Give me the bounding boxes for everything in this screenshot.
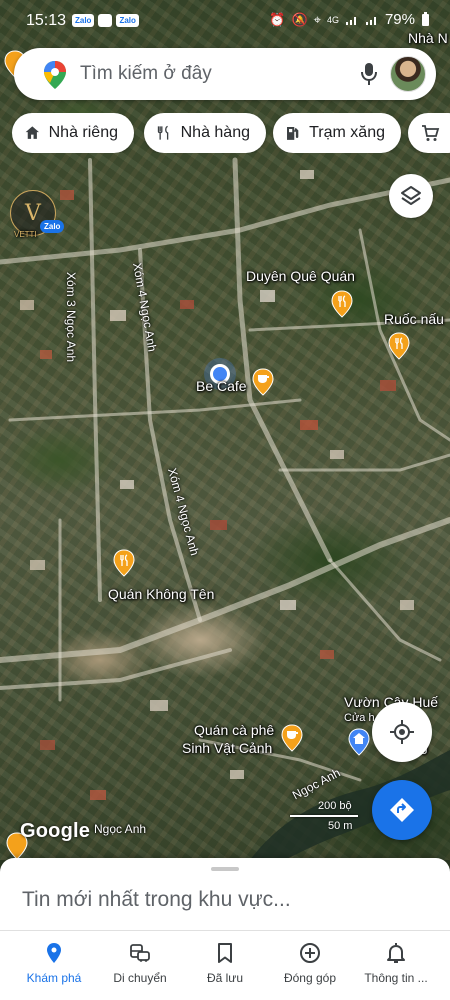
add-circle-icon bbox=[300, 943, 320, 963]
status-indicators: ⏰ 🔕 ⌖ 4G 79% bbox=[269, 11, 430, 28]
alarm-icon: ⏰ bbox=[269, 11, 286, 27]
cafe-pin-icon[interactable] bbox=[252, 368, 274, 396]
bell-icon bbox=[387, 943, 405, 963]
nav-label: Thông tin ... bbox=[364, 971, 428, 985]
chip-label: Nhà hàng bbox=[180, 124, 250, 141]
poi-label-quan-khong-ten[interactable]: Quán Không Tên bbox=[108, 586, 214, 602]
zalo-notification-icon: Zalo bbox=[72, 14, 95, 27]
sheet-title: Tin mới nhất trong khu vực... bbox=[22, 888, 291, 911]
nav-label: Khám phá bbox=[26, 971, 82, 985]
chip-shopping[interactable] bbox=[408, 113, 450, 153]
signal-icon bbox=[345, 16, 356, 25]
chip-restaurant[interactable]: Nhà hàng bbox=[144, 113, 266, 153]
my-location-button[interactable] bbox=[372, 702, 432, 762]
search-bar[interactable]: Tìm kiếm ở đây bbox=[14, 48, 436, 100]
nav-commute[interactable]: Di chuyển bbox=[95, 931, 185, 1000]
battery-icon bbox=[422, 12, 429, 26]
directions-icon bbox=[390, 798, 414, 822]
poi-label-quan-ca-phe[interactable]: Quán cà phê bbox=[194, 722, 274, 738]
explore-pin-icon bbox=[47, 943, 61, 963]
battery-percent: 79% bbox=[384, 11, 415, 28]
latest-nearby-sheet[interactable]: Tin mới nhất trong khu vực... bbox=[0, 858, 450, 936]
gas-station-icon bbox=[287, 126, 299, 140]
google-maps-logo-icon bbox=[44, 61, 66, 89]
sheet-drag-handle[interactable] bbox=[211, 867, 239, 871]
nav-explore[interactable]: Khám phá bbox=[9, 931, 99, 1000]
nav-contribute[interactable]: Đóng góp bbox=[265, 931, 355, 1000]
restaurant-icon bbox=[157, 125, 169, 140]
road-label-ngoc-anh-2: Ngọc Anh bbox=[94, 822, 147, 836]
restaurant-pin-icon[interactable] bbox=[388, 332, 410, 360]
mute-icon: 🔕 bbox=[291, 11, 308, 27]
scale-label-feet: 200 bộ bbox=[318, 800, 352, 812]
chip-label: Nhà riêng bbox=[48, 124, 118, 141]
cafe-pin-icon[interactable] bbox=[281, 724, 303, 752]
road-label-xom3: Xóm 3 Ngọc Anh bbox=[64, 272, 78, 363]
restaurant-pin-icon[interactable] bbox=[331, 290, 353, 318]
poi-label-duyen-que-quan[interactable]: Duyên Quê Quán bbox=[246, 268, 355, 284]
vetti-text: VETTI bbox=[14, 230, 37, 239]
layers-icon bbox=[401, 186, 421, 205]
zalo-notification-icon: Zalo bbox=[116, 14, 139, 27]
scale-bar bbox=[290, 815, 358, 817]
layers-button[interactable] bbox=[389, 174, 433, 218]
restaurant-pin-icon[interactable] bbox=[113, 549, 135, 577]
chip-home[interactable]: Nhà riêng bbox=[12, 113, 134, 153]
category-chips: Nhà riêng Nhà hàng Trạm xăng bbox=[12, 113, 450, 153]
message-notification-icon bbox=[98, 14, 113, 27]
signal-icon bbox=[365, 16, 376, 25]
chip-gas-station[interactable]: Trạm xăng bbox=[273, 113, 401, 153]
avatar[interactable] bbox=[390, 56, 426, 92]
nav-updates[interactable]: Thông tin ... bbox=[351, 931, 441, 1000]
nav-label: Di chuyển bbox=[113, 971, 167, 985]
network-type: 4G bbox=[326, 14, 339, 25]
status-notification-icons: Zalo Zalo bbox=[72, 14, 139, 27]
search-input[interactable]: Tìm kiếm ở đây bbox=[80, 63, 212, 85]
bookmark-icon bbox=[218, 943, 232, 963]
nav-label: Đóng góp bbox=[283, 971, 337, 985]
status-time: 15:13 bbox=[26, 12, 67, 29]
microphone-icon[interactable] bbox=[356, 60, 382, 88]
nav-saved[interactable]: Đã lưu bbox=[180, 931, 270, 1000]
poi-label-ruoc-nau[interactable]: Ruốc nấu bbox=[384, 311, 444, 327]
poi-label-be-cafe[interactable]: Be Cafe bbox=[196, 378, 247, 394]
chip-label: Trạm xăng bbox=[309, 124, 385, 141]
shopping-cart-icon bbox=[422, 125, 440, 141]
google-logo: Google bbox=[20, 820, 91, 842]
location-icon: ⌖ bbox=[313, 11, 321, 27]
home-pin-icon[interactable] bbox=[348, 728, 370, 756]
poi-label-sinh-vat-canh[interactable]: Sinh Vật Cảnh bbox=[182, 740, 272, 756]
bottom-navigation: Khám phá Di chuyển Đã lưu Đóng góp Thông… bbox=[0, 930, 450, 1000]
scale-label-meters: 50 m bbox=[328, 820, 353, 832]
directions-button[interactable] bbox=[372, 780, 432, 840]
crosshair-icon bbox=[390, 720, 414, 744]
home-icon bbox=[25, 126, 39, 139]
nav-label: Đã lưu bbox=[206, 971, 244, 985]
zalo-badge: Zalo bbox=[40, 220, 65, 233]
commute-icon bbox=[130, 944, 150, 962]
status-bar: 15:13 Zalo Zalo ⏰ 🔕 ⌖ 4G 79% bbox=[0, 0, 450, 40]
